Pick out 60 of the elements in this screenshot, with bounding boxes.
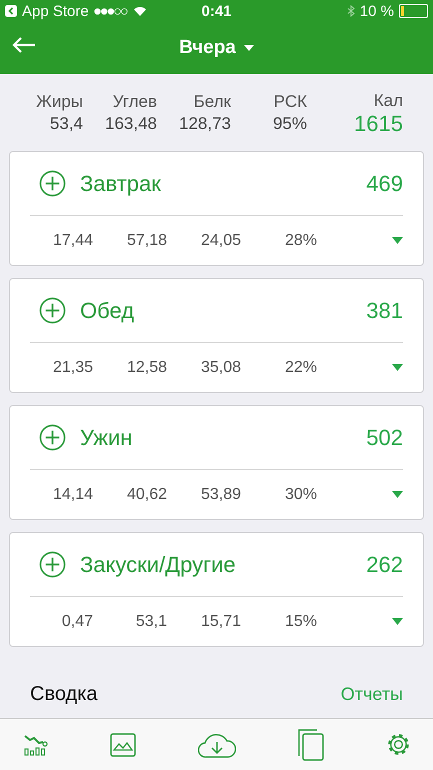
nutrient-label: Жиры — [36, 90, 83, 112]
meal-value: 24,05 — [200, 232, 241, 250]
battery-percent: 10 % — [360, 2, 394, 20]
chart-icon[interactable] — [24, 734, 48, 756]
add-icon[interactable] — [39, 551, 66, 578]
nutrient-value: 95% — [272, 112, 307, 134]
nutrient-value: 128,73 — [179, 112, 231, 134]
reports-link[interactable]: Отчеты — [340, 684, 403, 704]
copy-icon[interactable] — [298, 728, 324, 760]
bluetooth-icon — [346, 5, 355, 17]
back-app-label[interactable]: App Store — [22, 2, 89, 20]
meal-value: 21,35 — [52, 358, 93, 376]
add-icon[interactable] — [39, 170, 66, 197]
meal-calories: 262 — [366, 552, 403, 578]
nutrient-label: Углев — [112, 90, 157, 112]
signal-icon — [94, 8, 128, 14]
calories-label: Кал — [374, 90, 403, 112]
nutrient-value: 53,4 — [50, 112, 83, 134]
status-time: 0:41 — [201, 2, 232, 20]
meal-value: 53,1 — [134, 612, 167, 630]
back-arrow-icon[interactable] — [12, 36, 36, 54]
add-icon[interactable] — [39, 424, 66, 451]
meal-value: 12,58 — [126, 358, 167, 376]
expand-caret-icon[interactable] — [392, 618, 403, 625]
meal-name[interactable]: Закуски/Другие — [80, 552, 236, 578]
meal-name[interactable]: Завтрак — [80, 170, 161, 196]
meal-value: 35,08 — [200, 358, 241, 376]
cloud-download-icon[interactable] — [198, 732, 236, 758]
meal-name[interactable]: Обед — [80, 298, 134, 324]
expand-caret-icon[interactable] — [392, 491, 403, 498]
section-title: Сводка — [30, 682, 98, 706]
back-app-icon[interactable] — [5, 5, 17, 17]
meal-value: 28% — [284, 232, 317, 250]
add-icon[interactable] — [39, 297, 66, 324]
meal-value: 53,89 — [200, 486, 241, 504]
meal-value: 0,47 — [60, 612, 93, 630]
nutrient-label: РСК — [274, 90, 307, 112]
expand-caret-icon[interactable] — [392, 364, 403, 371]
nutrient-value: 163,48 — [105, 112, 157, 134]
meal-value: 14,14 — [52, 486, 93, 504]
meal-value: 30% — [284, 486, 317, 504]
image-icon[interactable] — [110, 732, 136, 756]
calories-value: 1615 — [354, 112, 403, 136]
meal-value: 15% — [284, 612, 317, 630]
meal-calories: 469 — [366, 170, 403, 196]
meal-value: 40,62 — [126, 486, 167, 504]
meal-value: 22% — [284, 358, 317, 376]
meal-calories: 502 — [366, 424, 403, 450]
nutrient-label: Белк — [194, 90, 231, 112]
wifi-icon — [132, 6, 147, 16]
meal-calories: 381 — [366, 298, 403, 324]
settings-icon[interactable] — [386, 732, 411, 757]
meal-value: 15,71 — [200, 612, 241, 630]
caret-icon[interactable] — [244, 45, 254, 51]
date-title[interactable]: Вчера — [179, 37, 236, 59]
meal-value: 17,44 — [52, 232, 93, 250]
meal-name[interactable]: Ужин — [80, 424, 132, 450]
battery-icon — [399, 4, 428, 18]
meal-value: 57,18 — [126, 232, 167, 250]
expand-caret-icon[interactable] — [392, 237, 403, 244]
